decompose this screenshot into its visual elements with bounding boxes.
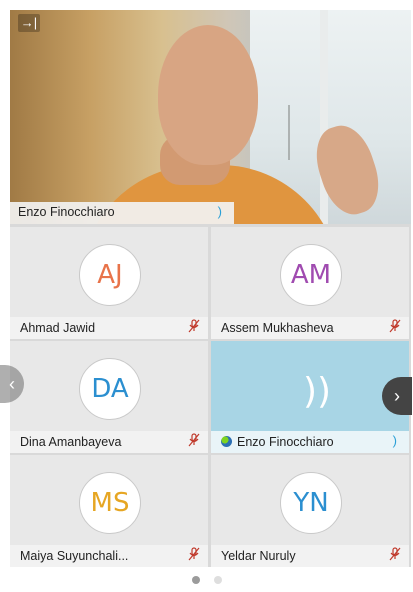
participant-name-wrap: Enzo Finocchiaro [221,435,334,449]
exit-fullscreen-icon[interactable]: →| [18,14,40,32]
next-page-button[interactable]: › [382,377,412,415]
status-icon [221,436,232,447]
page-dot-1[interactable] [192,576,200,584]
speaker-name-strip: Enzo Finocchiaro ) [10,202,234,224]
avatar: DA [79,358,141,420]
participant-name: Enzo Finocchiaro [237,435,334,449]
mic-muted-icon [389,319,401,336]
participant-tile[interactable]: MS Maiya Suyunchali... [10,455,208,567]
avatar: AM [280,244,342,306]
mic-muted-icon [188,433,200,450]
mic-muted-icon [188,547,200,564]
participant-tile[interactable]: AJ Ahmad Jawid [10,227,208,339]
page-dot-2[interactable] [214,576,223,584]
video-conference-panel: →| Enzo Finocchiaro ) AJ Ahmad Jawid AM … [10,10,411,567]
participant-name: Assem Mukhasheva [221,321,334,335]
speaker-name: Enzo Finocchiaro [18,205,115,219]
participant-tile[interactable]: DA Dina Amanbayeva [10,341,208,453]
mic-muted-icon [389,547,401,564]
participant-label-bar: Maiya Suyunchali... [10,545,208,567]
participant-name: Yeldar Nuruly [221,549,296,563]
participant-label-bar: Yeldar Nuruly [211,545,409,567]
participant-tile[interactable]: AM Assem Mukhasheva [211,227,409,339]
participant-label-bar: Enzo Finocchiaro ) [211,431,409,453]
avatar: MS [79,472,141,534]
participant-name: Maiya Suyunchali... [20,549,129,563]
speaker-head [158,25,258,165]
participant-label-bar: Dina Amanbayeva [10,431,208,453]
avatar: AJ [79,244,141,306]
speaking-wave-icon: )) [303,371,332,412]
avatar: YN [280,472,342,534]
mic-muted-icon [188,319,200,336]
page-indicator [192,571,232,589]
background-tree [288,105,320,160]
participant-name: Ahmad Jawid [20,321,96,335]
participant-label-bar: Ahmad Jawid [10,317,208,339]
participant-name: Dina Amanbayeva [20,435,122,449]
participant-tile[interactable]: YN Yeldar Nuruly [211,455,409,567]
participant-label-bar: Assem Mukhasheva [211,317,409,339]
speaking-icon: ) [217,204,222,219]
active-speaker-video: →| Enzo Finocchiaro ) [10,10,411,224]
participant-tile-speaking[interactable]: )) Enzo Finocchiaro ) [211,341,409,453]
speaking-icon: ) [392,433,397,448]
